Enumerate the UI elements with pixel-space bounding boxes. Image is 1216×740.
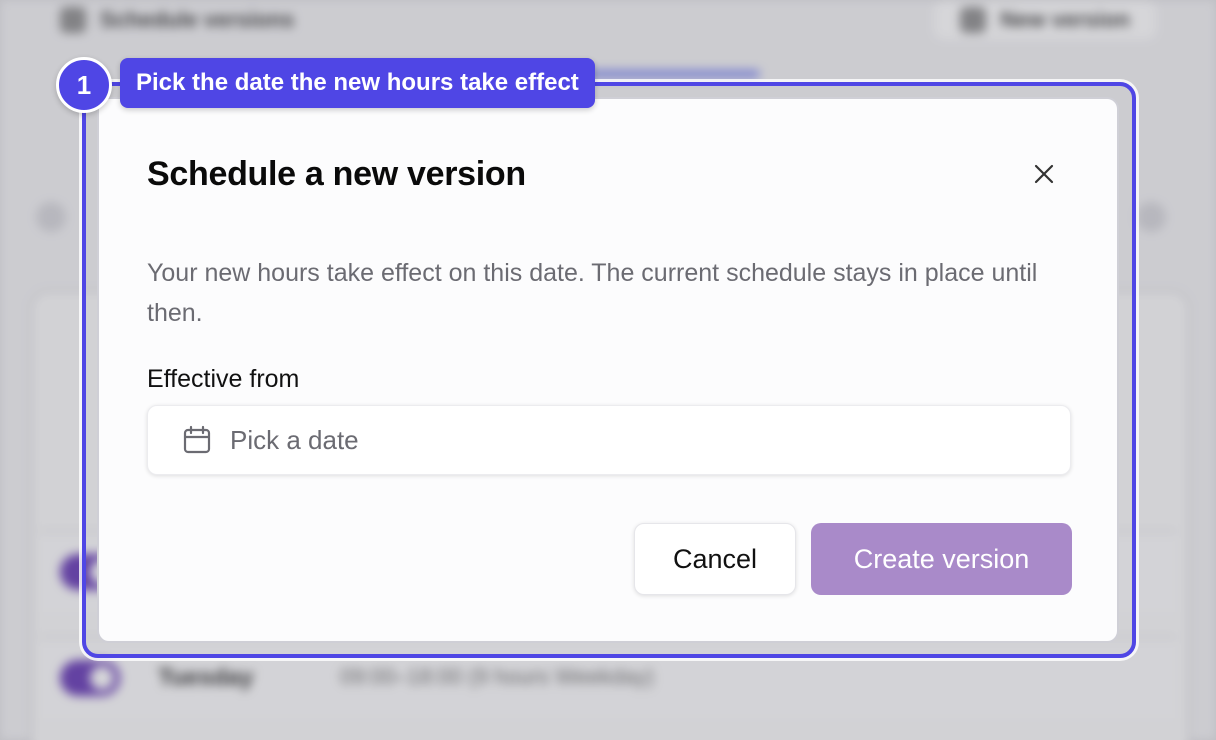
tour-step-callout: Pick the date the new hours take effect bbox=[120, 58, 595, 108]
date-picker-input[interactable]: Pick a date bbox=[147, 405, 1071, 475]
effective-from-label: Effective from bbox=[147, 365, 300, 393]
dialog-description: Your new hours take effect on this date.… bbox=[147, 259, 1038, 327]
dialog-title: Schedule a new version bbox=[147, 155, 526, 193]
date-placeholder: Pick a date bbox=[230, 424, 359, 455]
schedule-version-dialog: Schedule a new version Your new hours ta… bbox=[97, 97, 1119, 643]
tour-step-badge: 1 bbox=[56, 57, 112, 113]
close-button[interactable] bbox=[1029, 159, 1059, 189]
close-icon bbox=[1034, 164, 1054, 184]
create-version-button[interactable]: Create version bbox=[811, 523, 1072, 595]
cancel-button[interactable]: Cancel bbox=[634, 523, 796, 595]
calendar-icon bbox=[183, 425, 211, 454]
